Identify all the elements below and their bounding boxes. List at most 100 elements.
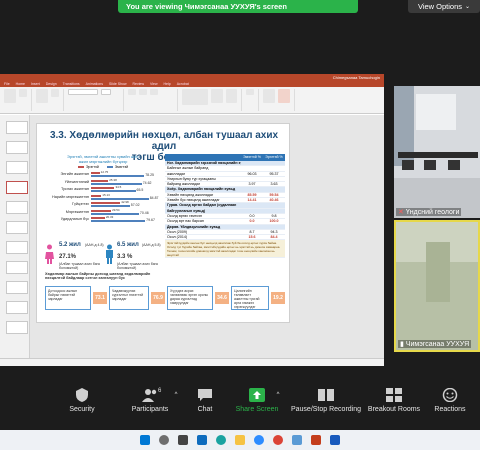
ppt-tab[interactable]: Slide Show [109, 81, 127, 87]
participants-button[interactable]: 6 Participants [122, 388, 178, 413]
table-cell: 40.46 [269, 198, 279, 203]
mail-icon[interactable] [197, 435, 207, 445]
photos-icon[interactable] [292, 435, 302, 445]
font-select[interactable] [68, 89, 98, 95]
slide-thumbnail[interactable] [6, 201, 28, 214]
breakout-rooms-button[interactable]: Breakout Rooms [366, 388, 422, 413]
layout-icon[interactable] [51, 89, 59, 97]
slide-thumbnail[interactable] [6, 161, 28, 174]
bar-male-value: 84.87 [149, 195, 159, 200]
share-screen-chevron[interactable]: ^ [274, 392, 282, 398]
arrange-icon[interactable] [211, 89, 223, 103]
table-cell [263, 203, 285, 207]
ppt-tab[interactable]: Insert [31, 81, 40, 87]
zoom-icon[interactable] [254, 435, 264, 445]
slide-thumbnail[interactable] [6, 301, 28, 314]
chat-button[interactable]: Chat [190, 388, 220, 413]
bar-female-value: 25.38 [109, 177, 117, 182]
participants-chevron[interactable]: ^ [172, 392, 180, 398]
paste-icon[interactable] [4, 89, 16, 103]
bar-female-value: 12.75 [100, 170, 109, 174]
align-icon[interactable] [150, 89, 158, 95]
active-speaker-video-tile[interactable]: ▮ Чимэгсанаа УУХУЯ [394, 220, 480, 352]
table-cell: Нэг. Хөдөлмөрийн гэрээний нөхцөлийн хувь… [167, 161, 241, 165]
table-cell [241, 161, 263, 165]
male-pct: 3.3 % [117, 254, 133, 260]
bar-row: Мэргэжилтэн 70.46 29.54 [43, 208, 163, 217]
numbering-icon[interactable] [139, 89, 147, 95]
edge-icon[interactable] [216, 435, 226, 445]
cut-icon[interactable] [19, 89, 27, 97]
ppt-tab[interactable]: Review [133, 81, 144, 87]
table-cell: 9.8 [271, 213, 277, 218]
ppt-tab[interactable]: Help [164, 81, 171, 87]
table-cell [241, 166, 263, 170]
ppt-tab[interactable]: Animations [86, 81, 103, 87]
table-cell [241, 209, 263, 213]
quick-styles-icon[interactable] [225, 89, 238, 103]
viewing-screen-pill: You are viewing Чимэгсанаа УУХУЯ's scree… [118, 0, 358, 13]
ribbon-group-paragraph [128, 89, 178, 111]
participant-name-label: ✕ Үндсний геологи [396, 208, 462, 216]
file-explorer-icon[interactable] [235, 435, 245, 445]
slide-thumbnail[interactable] [6, 241, 28, 254]
bullets-icon[interactable] [128, 89, 136, 95]
slide-thumbnail[interactable] [6, 281, 28, 294]
ppt-tab[interactable]: Transitions [63, 81, 80, 87]
speaker-name: Чимэгсанаа УУХУЯ [405, 341, 470, 348]
task-view-icon[interactable] [178, 435, 188, 445]
table-cell: 94.3 [270, 229, 278, 234]
slide-thumbnail[interactable] [6, 141, 28, 154]
chat-icon [198, 389, 212, 401]
chrome-icon[interactable] [273, 435, 283, 445]
search-icon[interactable] [159, 435, 169, 445]
reactions-button[interactable]: Reactions [430, 388, 470, 413]
slide-thumbnail[interactable] [6, 221, 28, 234]
windows-start-icon[interactable] [140, 435, 150, 445]
table-cell: Осолд өртөх гэмтсэн [167, 213, 202, 218]
new-slide-icon[interactable] [36, 89, 48, 103]
ppt-tab[interactable]: Acrobat [177, 81, 189, 87]
find-icon[interactable] [246, 89, 254, 95]
shapes-icon[interactable] [182, 89, 209, 105]
designer-icon[interactable] [278, 89, 290, 103]
ppt-tab[interactable]: Design [46, 81, 57, 87]
ppt-tab[interactable]: Home [16, 81, 25, 87]
slide-thumbnail[interactable] [6, 321, 28, 334]
bar-label: Мэргэжилтэн [65, 209, 89, 214]
table-cell: 3.63 [270, 182, 278, 187]
bar-male [91, 175, 145, 177]
current-slide[interactable]: 3.3. Хөдөлмөрийн нөхцөл, албан тушаал ах… [36, 123, 290, 323]
table-cell: Осолд өрт нас барсан [167, 219, 204, 224]
slide-thumbnail[interactable] [6, 121, 28, 134]
security-button[interactable]: Security [64, 388, 100, 413]
word-icon[interactable] [330, 435, 340, 445]
participant-name: Үндсний геологи [405, 209, 460, 216]
bar-male [91, 190, 136, 192]
participants-count: 6 [158, 388, 162, 394]
indicator-box: Хүүхдээ асрах чөлөөнөөс эргэн орсны дара… [167, 286, 213, 310]
speaker-name-label: ▮ Чимэгсанаа УУХУЯ [398, 340, 472, 348]
powerpoint-icon[interactable] [311, 435, 321, 445]
slide-thumbnail[interactable] [6, 261, 28, 274]
table-note: Эрэгтэйчүүдийн хөнгөн бус нөхцөлд ажилла… [165, 240, 285, 259]
view-options-button[interactable]: View Options ⌄ [408, 0, 480, 13]
viewing-screen-text: You are viewing Чимэгсанаа УУХУЯ's scree… [126, 2, 287, 11]
indicator-boxes: Дотоодоос ажлын байрыг нөхөттэй зарладаг… [45, 286, 285, 316]
pause-stop-icon [318, 389, 334, 401]
slide-thumbnail[interactable] [6, 181, 28, 194]
chart-header-line2: ажил мэргэжлийн бүтцээр [78, 159, 128, 164]
dictate-icon[interactable] [263, 89, 275, 103]
indicator-text: Цалингийн төлөвлөлт ажилтны тусгай арга … [234, 289, 260, 309]
record-button[interactable]: Pause/Stop Recording [290, 388, 362, 413]
font-size-select[interactable] [101, 89, 111, 95]
bar-male-value: 74.62 [142, 180, 152, 185]
table-cell: байгууллагын хувьд) [167, 208, 206, 213]
legend-male: Эмэгтэй [106, 165, 128, 169]
ppt-tab[interactable]: File [4, 81, 10, 87]
ppt-tab[interactable]: View [150, 81, 158, 87]
bar-male [91, 220, 146, 222]
table-cell [241, 203, 263, 207]
female-years-note: (ААН-д 4.8) [85, 243, 104, 247]
participant-video-tile[interactable]: ✕ Үндсний геологи [394, 86, 480, 218]
